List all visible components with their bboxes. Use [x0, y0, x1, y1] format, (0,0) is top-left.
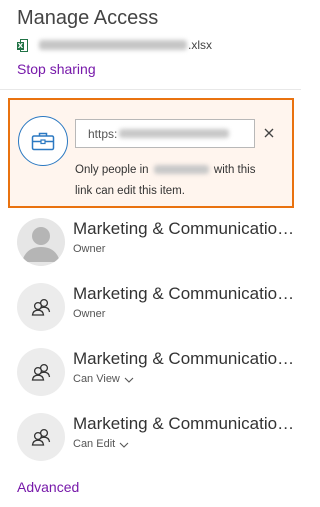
link-description-before: Only people in [75, 164, 152, 176]
link-url-redacted [119, 129, 230, 138]
permission-dropdown[interactable]: Can View [73, 373, 134, 385]
person-role: Owner [73, 308, 105, 320]
manage-access-panel: Manage Access X .xlsx Stop sharing https… [0, 0, 301, 507]
access-list-item[interactable]: Marketing & Communications Can View [17, 348, 297, 398]
briefcase-icon [18, 116, 68, 166]
sharing-link-card: https: Only people in with this link can… [8, 98, 294, 208]
file-row: X .xlsx [17, 37, 212, 53]
link-url-prefix: https: [88, 126, 118, 141]
access-list-item[interactable]: Marketing & Communications Owner [17, 283, 297, 333]
person-name: Marketing & Communications [73, 284, 295, 303]
person-role: Owner [73, 243, 105, 255]
group-icon [17, 413, 65, 461]
person-role-label: Owner [73, 243, 106, 255]
close-icon[interactable] [262, 126, 276, 140]
person-name: Marketing & Communications [73, 349, 295, 368]
person-name: Marketing & Communications [73, 219, 295, 238]
group-icon [17, 348, 65, 396]
organization-name-redacted [153, 165, 209, 175]
access-list-item[interactable]: Marketing & Communications Owner [17, 218, 297, 268]
person-role-label: Can View [73, 373, 120, 385]
person-role-label: Owner [73, 308, 106, 320]
divider [0, 89, 301, 90]
panel-title: Manage Access [17, 7, 159, 29]
access-list-item[interactable]: Marketing & Communications Can Edit [17, 413, 297, 463]
sharing-link-field[interactable]: https: [75, 119, 255, 148]
group-icon [17, 283, 65, 331]
file-name-redacted [39, 40, 187, 50]
chevron-down-icon [119, 440, 129, 448]
excel-file-icon: X [17, 38, 28, 52]
person-name: Marketing & Communications [73, 414, 295, 433]
stop-sharing-link[interactable]: Stop sharing [17, 61, 96, 77]
chevron-down-icon [124, 375, 134, 383]
link-description: Only people in with this link can edit t… [75, 160, 275, 202]
advanced-link[interactable]: Advanced [17, 479, 79, 495]
file-extension: .xlsx [188, 38, 212, 52]
person-role-label: Can Edit [73, 438, 116, 450]
permission-dropdown[interactable]: Can Edit [73, 438, 129, 450]
person-silhouette-icon [17, 218, 65, 266]
